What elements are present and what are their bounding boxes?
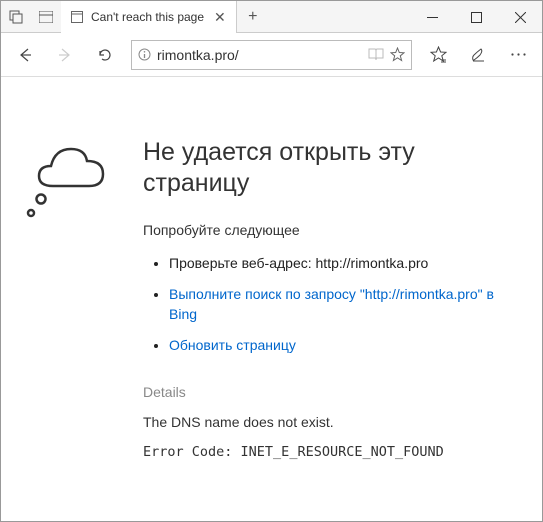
site-info-icon[interactable] [138,48,151,61]
titlebar-spacer [269,1,410,32]
maximize-button[interactable] [454,1,498,33]
url-text[interactable]: rimontka.pro/ [157,47,362,63]
tab-preview-icon[interactable] [31,1,61,33]
favorite-icon[interactable] [390,47,405,62]
titlebar-left [1,1,61,32]
details-label: Details [143,384,522,400]
page-title: Не удается открыть эту страницу [143,137,522,200]
page-icon [71,11,83,23]
error-page-body: Не удается открыть эту страницу Попробуй… [143,137,522,460]
try-following-label: Попробуйте следующее [143,222,522,238]
minimize-button[interactable] [410,1,454,33]
refresh-link[interactable]: Обновить страницу [169,337,296,353]
refresh-button[interactable] [87,37,123,73]
suggestion-list: Проверьте веб-адрес: http://rimontka.pro… [143,254,522,356]
titlebar: Can't reach this page ✕ + [1,1,542,33]
address-bar[interactable]: rimontka.pro/ [131,40,412,70]
browser-tab[interactable]: Can't reach this page ✕ [61,1,237,33]
suggestion-bing-search: Выполните поиск по запросу "http://rimon… [169,285,522,324]
window-controls [410,1,542,32]
new-tab-button[interactable]: + [237,1,269,32]
error-code: Error Code: INET_E_RESOURCE_NOT_FOUND [143,444,522,460]
tab-title: Can't reach this page [91,10,204,24]
more-button[interactable] [500,37,536,73]
suggestion-refresh: Обновить страницу [169,336,522,356]
notes-button[interactable] [460,37,496,73]
cloud-illustration [21,137,121,460]
close-window-button[interactable] [498,1,542,33]
toolbar: rimontka.pro/ [1,33,542,77]
dns-error-message: The DNS name does not exist. [143,414,522,430]
suggestion-check-url: Проверьте веб-адрес: http://rimontka.pro [169,254,522,274]
close-tab-button[interactable]: ✕ [212,9,228,26]
bing-search-link[interactable]: Выполните поиск по запросу "http://rimon… [169,286,494,322]
forward-button[interactable] [47,37,83,73]
favorites-hub-button[interactable] [420,37,456,73]
error-page-content: Не удается открыть эту страницу Попробуй… [1,77,542,480]
back-button[interactable] [7,37,43,73]
sidebar-toggle-icon[interactable] [1,1,31,33]
reading-view-icon[interactable] [368,48,384,61]
